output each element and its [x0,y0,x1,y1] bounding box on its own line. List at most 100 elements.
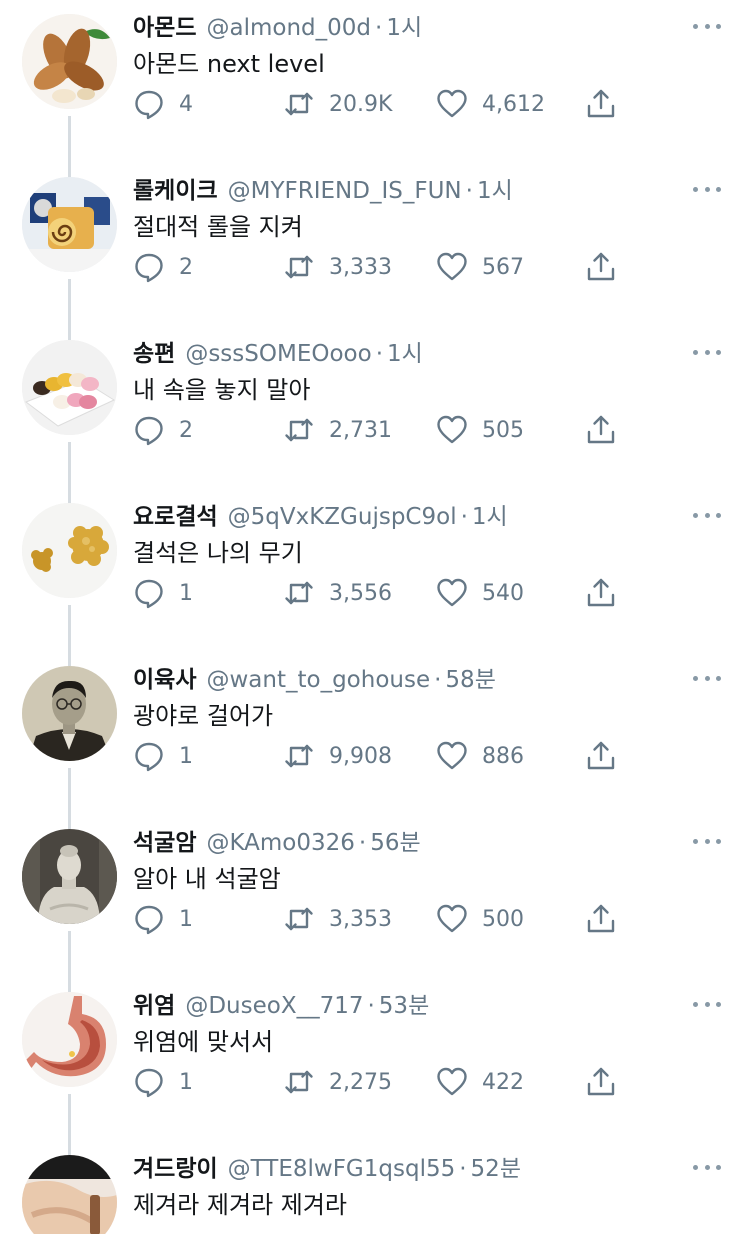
timestamp[interactable]: 56분 [370,825,420,861]
timestamp[interactable]: 1시 [386,10,422,46]
like-button[interactable]: 886 [436,736,524,776]
retweet-button[interactable]: 3,333 [283,247,392,287]
reply-icon [135,253,163,283]
tweet[interactable]: 위염 @DuseoX__717 · 53분 위염에 맞서서 1 2,275 42… [0,978,741,1156]
reply-count: 1 [179,580,193,606]
tweet-text: 광야로 걸어가 [133,702,274,730]
retweet-button[interactable]: 20.9K [283,84,392,124]
like-count: 886 [482,743,524,769]
username[interactable]: @want_to_gohouse [206,662,430,698]
display-name[interactable]: 이육사 [133,662,196,698]
reply-button[interactable]: 1 [133,736,193,776]
avatar[interactable] [22,992,117,1087]
display-name[interactable]: 송편 [133,336,175,372]
tweet[interactable]: 이육사 @want_to_gohouse · 58분 광야로 걸어가 1 9,9… [0,652,741,830]
timestamp[interactable]: 53분 [379,988,429,1024]
username[interactable]: @DuseoX__717 [185,988,363,1024]
tweet-actions: 1 3,353 500 [133,899,653,939]
timestamp[interactable]: 52분 [471,1151,521,1187]
avatar[interactable] [22,829,117,924]
reply-button[interactable]: 2 [133,410,193,450]
heart-icon [437,741,467,770]
tweet[interactable]: 석굴암 @KAmo0326 · 56분 알아 내 석굴암 1 3,353 500 [0,815,741,993]
tweet-actions: 2 2,731 505 [133,410,653,450]
share-button[interactable] [585,410,617,450]
reply-icon [135,579,163,609]
display-name[interactable]: 아몬드 [133,10,196,46]
tweet[interactable]: 송편 @sssSOMEOooo · 1시 내 속을 놓지 말아 2 2,731 … [0,326,741,504]
more-options-icon[interactable] [693,342,721,362]
like-button[interactable]: 422 [436,1062,524,1102]
username[interactable]: @almond_00d [206,10,371,46]
stomach-avatar-icon [22,992,117,1087]
avatar[interactable] [22,503,117,598]
separator-dot: · [460,504,468,530]
username[interactable]: @KAmo0326 [206,825,354,861]
reply-button[interactable]: 1 [133,573,193,613]
tweet[interactable]: 롤케이크 @MYFRIEND_IS_FUN · 1시 절대적 롤을 지켜 2 3… [0,163,741,341]
display-name[interactable]: 요로결석 [133,499,218,535]
retweet-button[interactable]: 2,275 [283,1062,392,1102]
more-options-icon[interactable] [693,994,721,1014]
avatar[interactable] [22,177,117,272]
retweet-icon [285,581,313,605]
tweet[interactable]: 아몬드 @almond_00d · 1시 아몬드 next level 4 20… [0,0,741,178]
reply-button[interactable]: 1 [133,899,193,939]
reply-button[interactable]: 1 [133,1062,193,1102]
avatar[interactable] [22,1155,117,1234]
timestamp[interactable]: 1시 [387,336,423,372]
more-options-icon[interactable] [693,668,721,688]
timestamp[interactable]: 58분 [445,662,495,698]
tweet-actions: 1 9,908 886 [133,736,653,776]
retweet-button[interactable]: 3,353 [283,899,392,939]
like-button[interactable]: 567 [436,247,524,287]
like-button[interactable]: 540 [436,573,524,613]
share-button[interactable] [585,573,617,613]
share-button[interactable] [585,1062,617,1102]
display-name[interactable]: 롤케이크 [133,173,218,209]
avatar[interactable] [22,340,117,435]
reply-icon [135,905,163,935]
more-options-icon[interactable] [693,505,721,525]
like-button[interactable]: 505 [436,410,524,450]
display-name[interactable]: 석굴암 [133,825,196,861]
retweet-button[interactable]: 2,731 [283,410,392,450]
share-icon [587,1067,615,1096]
more-options-icon[interactable] [693,831,721,851]
like-count: 500 [482,906,524,932]
reply-button[interactable]: 4 [133,84,193,124]
almond-avatar-icon [22,14,117,109]
share-button[interactable] [585,84,617,124]
share-icon [587,904,615,933]
username[interactable]: @MYFRIEND_IS_FUN [228,173,462,209]
display-name[interactable]: 위염 [133,988,175,1024]
avatar[interactable] [22,14,117,109]
like-button[interactable]: 500 [436,899,524,939]
share-button[interactable] [585,736,617,776]
username[interactable]: @5qVxKZGujspC9ol [228,499,457,535]
tweet[interactable]: 요로결석 @5qVxKZGujspC9ol · 1시 결석은 나의 무기 1 3… [0,489,741,667]
retweet-count: 3,333 [329,254,392,280]
tweet[interactable]: 겨드랑이 @TTE8lwFG1qsql55 · 52분 제겨라 제겨라 제겨라 [0,1141,741,1234]
reply-button[interactable]: 2 [133,247,193,287]
timestamp[interactable]: 1시 [472,499,508,535]
timestamp[interactable]: 1시 [477,173,513,209]
retweet-count: 2,731 [329,417,392,443]
tweet-text: 위염에 맞서서 [133,1028,274,1056]
more-options-icon[interactable] [693,1157,721,1177]
more-options-icon[interactable] [693,179,721,199]
tweet-text: 아몬드 next level [133,50,325,78]
tweet-header: 롤케이크 @MYFRIEND_IS_FUN · 1시 [133,173,513,209]
tweet-text: 제겨라 제겨라 제겨라 [133,1191,347,1219]
username[interactable]: @sssSOMEOooo [185,336,371,372]
share-button[interactable] [585,247,617,287]
display-name[interactable]: 겨드랑이 [133,1151,218,1187]
username[interactable]: @TTE8lwFG1qsql55 [228,1151,456,1187]
more-options-icon[interactable] [693,16,721,36]
heart-icon [437,904,467,933]
share-button[interactable] [585,899,617,939]
retweet-button[interactable]: 9,908 [283,736,392,776]
like-button[interactable]: 4,612 [436,84,545,124]
retweet-button[interactable]: 3,556 [283,573,392,613]
avatar[interactable] [22,666,117,761]
